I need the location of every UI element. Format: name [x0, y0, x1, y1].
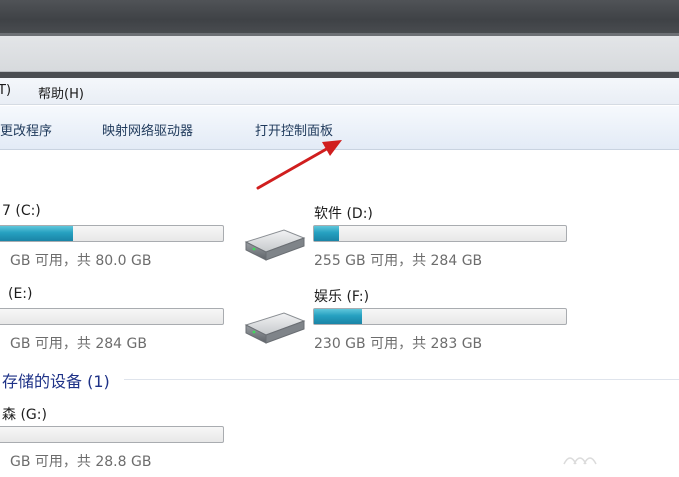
drive-free-space-c: GB 可用，共 80.0 GB [10, 253, 152, 269]
drive-usage-bar-e [0, 308, 224, 325]
drive-usage-bar-f [313, 308, 567, 325]
arrow-annotation-icon [256, 140, 342, 190]
watermark-logo-icon [563, 457, 597, 465]
drive-usage-bar-d [313, 225, 567, 242]
window-titlebar [0, 0, 679, 36]
drive-label-g: 森 (G:) [2, 407, 47, 423]
drive-usage-bar-g [0, 426, 224, 443]
hard-drive-icon [244, 312, 306, 344]
drive-free-space-g: GB 可用，共 28.8 GB [10, 454, 152, 470]
drive-free-space-f: 230 GB 可用，共 283 GB [314, 336, 483, 352]
drive-free-space-e: GB 可用，共 284 GB [10, 336, 147, 352]
menu-bar: T) 帮助(H) [0, 78, 679, 105]
map-network-drive-button[interactable]: 映射网络驱动器 [102, 120, 193, 139]
removable-storage-header[interactable]: 存储的设备 (1) [2, 368, 110, 392]
drive-free-space-d: 255 GB 可用，共 284 GB [314, 253, 483, 269]
drive-label-c: 7 (C:) [2, 203, 41, 219]
drive-label-f: 娱乐 (F:) [314, 289, 370, 305]
address-bar[interactable] [0, 36, 679, 72]
hard-drive-icon [244, 229, 306, 261]
drive-label-e: (E:) [8, 286, 33, 302]
drive-usage-fill-f [314, 309, 362, 324]
drive-usage-bar-c [0, 225, 224, 242]
menu-item-help[interactable]: 帮助(H) [38, 83, 84, 102]
section-divider [124, 379, 679, 380]
drive-label-d: 软件 (D:) [314, 206, 373, 222]
drive-usage-fill-d [314, 226, 340, 241]
drive-usage-fill-c [0, 226, 73, 241]
change-program-button[interactable]: 更改程序 [0, 120, 52, 139]
menu-item-tools[interactable]: T) [0, 83, 11, 98]
